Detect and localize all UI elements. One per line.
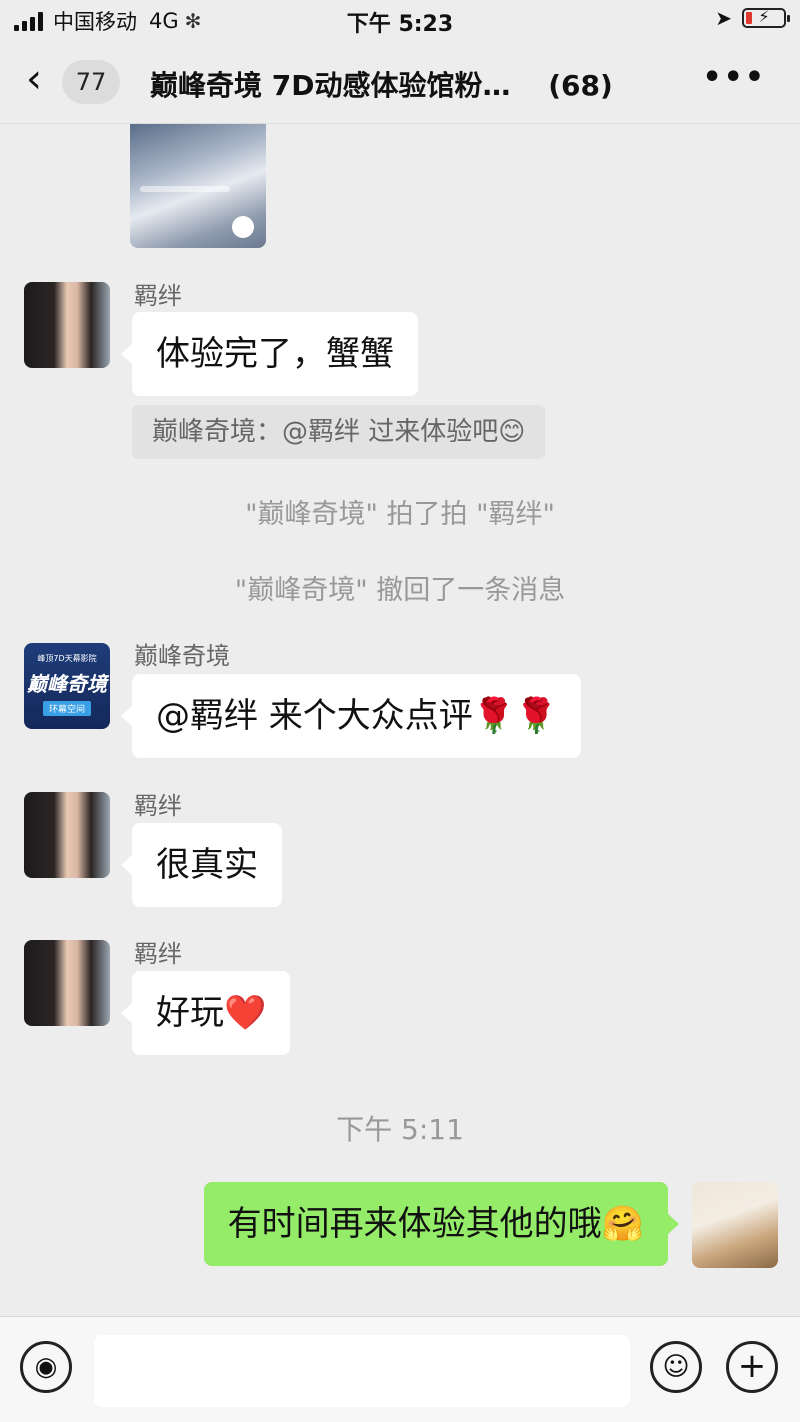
sender-name: 巅峰奇境 bbox=[134, 642, 230, 670]
member-count: (68) bbox=[548, 69, 613, 102]
input-bar: ◉ ☺ + bbox=[0, 1316, 800, 1422]
message-bubble[interactable]: 体验完了，蟹蟹 bbox=[121, 312, 418, 396]
chat-title: 巅峰奇境 7D动感体验馆粉… (68) bbox=[150, 64, 613, 104]
status-time: 下午 5:23 bbox=[346, 12, 454, 37]
avatar[interactable] bbox=[24, 282, 110, 368]
chat-header: ‹ 77 巅峰奇境 7D动感体验馆粉… (68) ••• bbox=[0, 44, 800, 124]
voice-icon[interactable]: ◉ bbox=[20, 1341, 72, 1393]
location-icon: ➤ bbox=[715, 6, 732, 30]
message-bubble[interactable]: 很真实 bbox=[121, 823, 282, 907]
sender-name: 羁绊 bbox=[134, 282, 182, 310]
avatar[interactable] bbox=[24, 940, 110, 1026]
battery-icon: ⚡ bbox=[742, 7, 790, 28]
unread-count-badge[interactable]: 77 bbox=[62, 60, 120, 104]
status-right: ➤ ⚡ bbox=[715, 6, 790, 30]
message-bubble[interactable]: @羁绊 来个大众点评🌹🌹 bbox=[120, 674, 582, 758]
avatar-brand-sub: 环幕空间 bbox=[42, 701, 91, 716]
system-message: "巅峰奇境" 拍了拍 "羁绊" bbox=[245, 499, 555, 530]
emoji-icon[interactable]: ☺ bbox=[650, 1341, 702, 1393]
more-icon[interactable]: ••• bbox=[702, 60, 766, 95]
sender-name: 羁绊 bbox=[134, 792, 182, 820]
avatar-brand-top: 峰顶7D天幕影院 bbox=[37, 654, 97, 663]
shared-video-thumbnail[interactable] bbox=[130, 124, 266, 248]
avatar[interactable]: 峰顶7D天幕影院 巅峰奇境 环幕空间 bbox=[24, 643, 110, 729]
sender-name: 羁绊 bbox=[134, 940, 182, 968]
my-avatar[interactable] bbox=[692, 1182, 778, 1268]
group-name: 巅峰奇境 7D动感体验馆粉… bbox=[150, 69, 511, 102]
avatar[interactable] bbox=[24, 792, 110, 878]
chat-timestamp: 下午 5:11 bbox=[336, 1113, 464, 1146]
avatar-brand-name: 巅峰奇境 bbox=[27, 672, 107, 696]
system-message: "巅峰奇境" 撤回了一条消息 bbox=[234, 575, 566, 606]
message-bubble[interactable]: 好玩❤️ bbox=[120, 971, 291, 1055]
quoted-message[interactable]: 巅峰奇境：@羁绊 过来体验吧😊 bbox=[132, 405, 546, 459]
my-message-bubble[interactable]: 有时间再来体验其他的哦🤗 bbox=[203, 1182, 680, 1266]
play-icon bbox=[232, 216, 254, 238]
status-bar: 中国移动 4G ✻ 下午 5:23 ➤ ⚡ bbox=[0, 0, 800, 40]
back-icon[interactable]: ‹ bbox=[26, 56, 42, 102]
plus-icon[interactable]: + bbox=[726, 1341, 778, 1393]
message-input[interactable] bbox=[94, 1335, 630, 1407]
